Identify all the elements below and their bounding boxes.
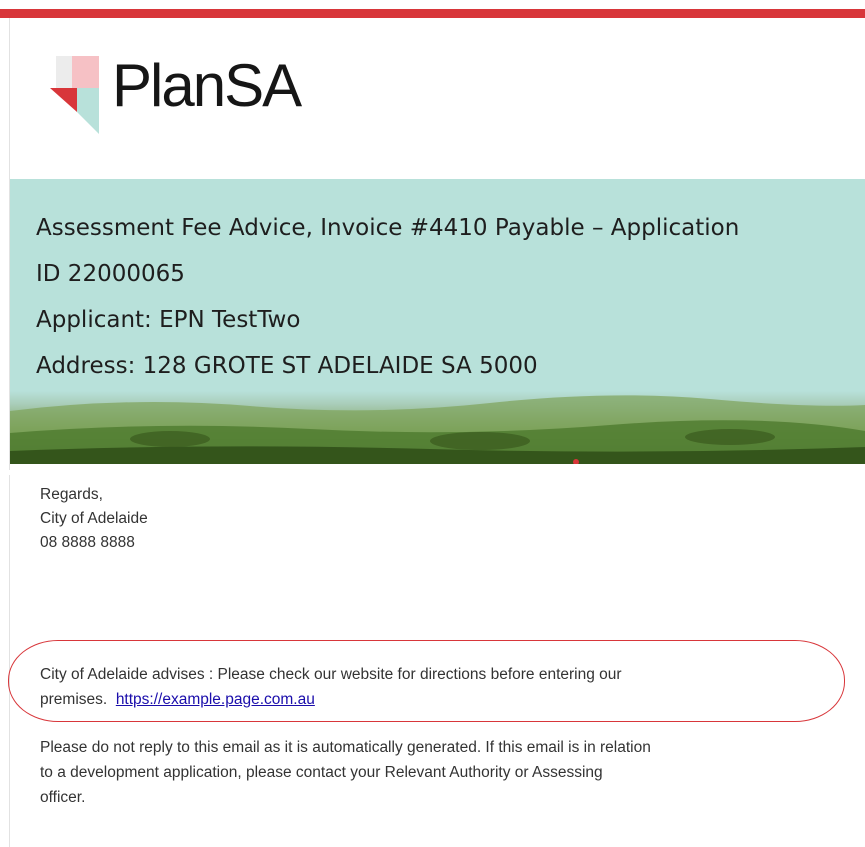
footer-line3: officer. — [40, 789, 86, 806]
plansa-logo-icon — [50, 56, 99, 134]
notice-text-prefix: premises. — [40, 691, 108, 708]
invoice-title-line1: Assessment Fee Advice, Invoice #4410 Pay… — [36, 215, 740, 241]
notice-text-line1: City of Adelaide advises : Please check … — [40, 666, 622, 683]
landscape-image — [10, 391, 865, 464]
invoice-title-line2: ID 22000065 — [36, 261, 185, 287]
left-border-lower — [9, 475, 10, 847]
address-text: Address: 128 GROTE ST ADELAIDE SA 5000 — [36, 353, 538, 379]
footer-line2: to a development application, please con… — [40, 764, 603, 781]
plansa-logo: PlanSA — [50, 54, 350, 136]
regards-text: Regards, — [40, 486, 103, 503]
applicant-text: Applicant: EPN TestTwo — [36, 307, 301, 333]
organisation-name: City of Adelaide — [40, 510, 148, 527]
logo-wordmark: PlanSA — [112, 52, 302, 119]
notice-text-line2: premises. https://example.page.com.au — [40, 691, 315, 710]
website-link[interactable]: https://example.page.com.au — [116, 691, 315, 708]
top-accent-bar — [0, 9, 865, 18]
invoice-banner: Assessment Fee Advice, Invoice #4410 Pay… — [10, 179, 865, 391]
phone-number: 08 8888 8888 — [40, 534, 135, 551]
footer-line1: Please do not reply to this email as it … — [40, 739, 651, 756]
